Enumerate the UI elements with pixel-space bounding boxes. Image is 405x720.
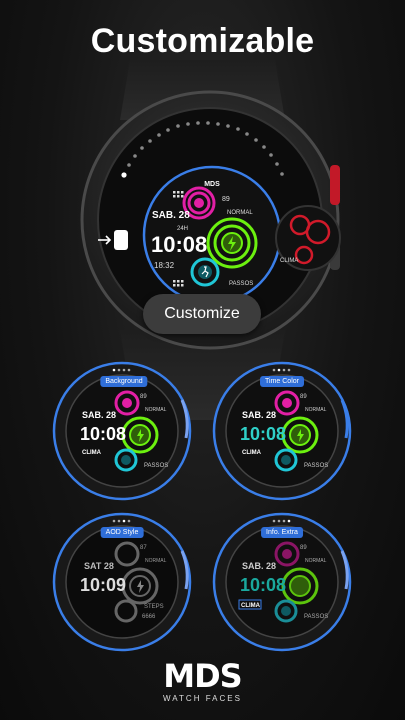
- side-watch-face[interactable]: CLIMA: [275, 205, 341, 271]
- preview-top-value: 89: [140, 394, 147, 400]
- customize-button[interactable]: Customize: [143, 294, 261, 334]
- preview-steps: PASSOS: [304, 614, 328, 620]
- preview-weather: CLIMA: [242, 450, 262, 456]
- preview-time: 10:08: [80, 424, 126, 444]
- preview-time: 10:08: [240, 424, 286, 444]
- preview-steps: PASSOS: [144, 463, 168, 469]
- temp-label: 18:32: [154, 261, 175, 270]
- top-value: 89: [222, 196, 230, 203]
- steps-label: PASSOS: [229, 281, 253, 287]
- time-label: 10:08: [151, 232, 207, 257]
- preview-date: SAT 28: [84, 561, 114, 571]
- main-watch-face[interactable]: MDS 89 SAB. 28 NORMAL 24H 10:08 18:32 PA…: [142, 165, 282, 305]
- preview-status: NORMAL: [305, 558, 327, 564]
- preview-status: NORMAL: [305, 407, 327, 413]
- preview-status: NORMAL: [145, 558, 167, 564]
- preview-date: SAB. 28: [82, 410, 116, 420]
- brand-logo: MDS: [163, 657, 242, 695]
- brand-subtitle: WATCH FACES: [163, 694, 242, 703]
- preview-label-background: Background: [100, 376, 148, 387]
- watch-button-red: [330, 165, 340, 205]
- green-ring: [206, 217, 258, 269]
- preview-date: SAB. 28: [242, 410, 276, 420]
- main-watch: MDS 89 SAB. 28 NORMAL 24H 10:08 18:32 PA…: [80, 60, 341, 420]
- preview-status: NORMAL: [145, 407, 167, 413]
- status-label: NORMAL: [227, 210, 253, 216]
- preview-label-time-color: Time Color: [260, 376, 304, 387]
- preview-extra: 6666: [142, 614, 156, 620]
- date-label: SAB. 28: [152, 210, 190, 221]
- face-logo: MDS: [204, 181, 220, 188]
- preview-steps: STEPS: [144, 604, 164, 610]
- preview-grid: 89 SAB. 28 NORMAL 10:08 CLIMA PASSOS 89 …: [52, 361, 352, 652]
- side-weather-label: CLIMA: [280, 258, 298, 264]
- preview-label-info-extra: Info. Extra: [261, 527, 303, 538]
- preview-weather: CLIMA: [82, 450, 102, 456]
- preview-top-value: 89: [300, 394, 307, 400]
- brand: MDS WATCH FACES: [0, 660, 405, 703]
- preview-label-aod-style: AOD Style: [100, 527, 144, 538]
- preview-top-value: 87: [140, 545, 147, 551]
- preview-date: SAB. 28: [242, 561, 276, 571]
- preview-time: 10:08: [240, 575, 286, 595]
- preview-weather: CLIMA: [241, 603, 261, 609]
- preview-top-value: 89: [300, 545, 307, 551]
- preview-steps: PASSOS: [304, 463, 328, 469]
- preview-time: 10:09: [80, 575, 126, 595]
